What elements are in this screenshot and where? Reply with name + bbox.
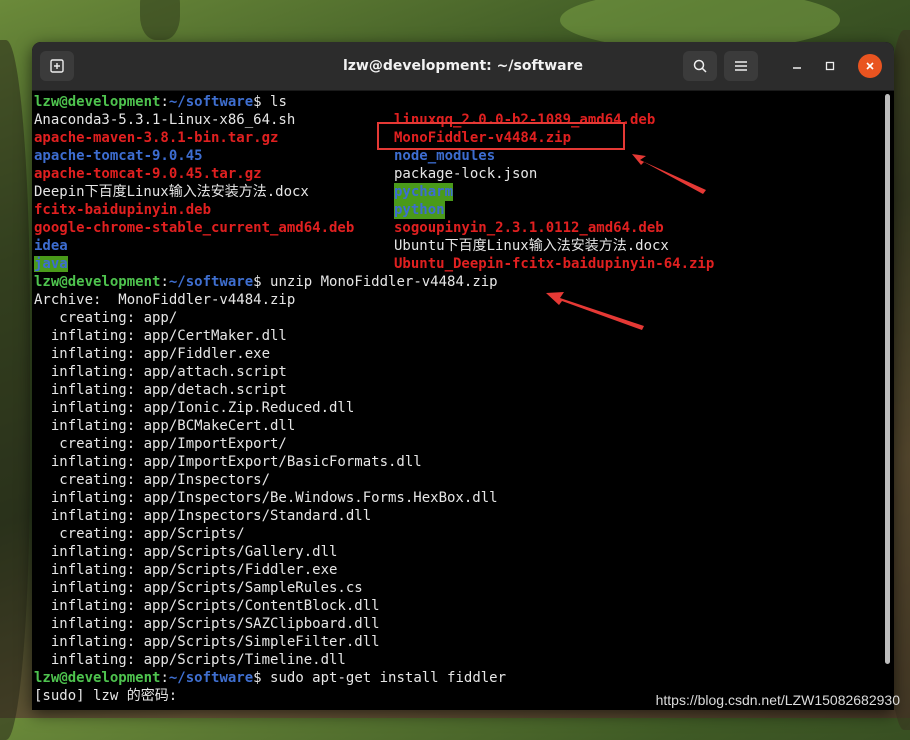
ls-row: fcitx-baidupinyin.deb python <box>34 201 894 219</box>
ls-row: google-chrome-stable_current_amd64.deb so… <box>34 219 894 237</box>
file-entry: Ubuntu下百度Linux输入法安装方法.docx <box>394 238 669 254</box>
search-icon <box>693 59 707 73</box>
annotation-highlight-box <box>377 122 625 150</box>
unzip-output-line: creating: app/Inspectors/ <box>34 472 271 488</box>
unzip-output-line: inflating: app/CertMaker.dll <box>34 328 287 344</box>
unzip-output-line: inflating: app/Scripts/Fiddler.exe <box>34 562 338 578</box>
hamburger-menu-icon <box>735 61 747 71</box>
file-entry: Ubuntu_Deepin-fcitx-baidupinyin-64.zip <box>394 256 715 272</box>
maximize-button[interactable] <box>819 55 841 77</box>
watermark: https://blog.csdn.net/LZW15082682930 <box>655 692 900 708</box>
unzip-output-line: inflating: app/Scripts/Gallery.dll <box>34 544 338 560</box>
file-entry: apache-tomcat-9.0.45.tar.gz <box>34 166 262 182</box>
unzip-output-line: inflating: app/Scripts/ContentBlock.dll <box>34 598 380 614</box>
file-entry: Deepin下百度Linux输入法安装方法.docx <box>34 184 309 200</box>
file-entry: apache-maven-3.8.1-bin.tar.gz <box>34 130 279 146</box>
minimize-icon <box>793 67 801 69</box>
background-tree <box>140 0 180 40</box>
window-title: lzw@development: ~/software <box>342 58 584 74</box>
unzip-output-line: inflating: app/Ionic.Zip.Reduced.dll <box>34 400 355 416</box>
file-entry: idea <box>34 238 68 254</box>
ls-row: Deepin下百度Linux输入法安装方法.docx pycharm <box>34 183 894 201</box>
ls-row: idea Ubuntu下百度Linux输入法安装方法.docx <box>34 237 894 255</box>
file-entry: pycharm <box>394 183 454 201</box>
unzip-output-line: inflating: app/Scripts/Timeline.dll <box>34 652 346 668</box>
menu-button[interactable] <box>724 51 758 81</box>
file-entry: google-chrome-stable_current_amd64.deb <box>34 220 355 236</box>
maximize-icon <box>825 61 835 71</box>
unzip-output-line: inflating: app/Scripts/SAZClipboard.dll <box>34 616 380 632</box>
unzip-output: Archive: MonoFiddler-v4484.zip creating:… <box>34 291 894 669</box>
unzip-output-line: inflating: app/attach.script <box>34 364 287 380</box>
close-button[interactable] <box>858 54 882 78</box>
scrollbar[interactable] <box>885 94 890 664</box>
file-entry: sogoupinyin_2.3.1.0112_amd64.deb <box>394 220 664 236</box>
unzip-output-line: inflating: app/ImportExport/BasicFormats… <box>34 454 422 470</box>
unzip-output-line: inflating: app/Inspectors/Standard.dll <box>34 508 372 524</box>
unzip-output-line: inflating: app/Scripts/SampleRules.cs <box>34 580 363 596</box>
title-bar[interactable]: lzw@development: ~/software <box>32 42 894 91</box>
unzip-output-line: creating: app/Scripts/ <box>34 526 245 542</box>
ls-row: java Ubuntu_Deepin-fcitx-baidupinyin-64.z… <box>34 255 894 273</box>
file-entry: java <box>34 256 68 272</box>
close-icon <box>866 62 874 70</box>
unzip-output-line: inflating: app/Fiddler.exe <box>34 346 271 362</box>
file-entry: Anaconda3-5.3.1-Linux-x86_64.sh <box>34 112 296 128</box>
prompt-line: lzw@development:~/software$ ls <box>34 94 287 110</box>
unzip-output-line: inflating: app/Inspectors/Be.Windows.For… <box>34 490 498 506</box>
file-entry: fcitx-baidupinyin.deb <box>34 202 212 218</box>
unzip-output-line: Archive: MonoFiddler-v4484.zip <box>34 292 296 308</box>
prompt-line: lzw@development:~/software$ sudo apt-get… <box>34 670 507 686</box>
unzip-output-line: creating: app/ <box>34 310 178 326</box>
file-entry: python <box>394 201 445 219</box>
unzip-output-line: inflating: app/Scripts/SimpleFilter.dll <box>34 634 380 650</box>
search-button[interactable] <box>683 51 717 81</box>
file-entry: package-lock.json <box>394 166 538 182</box>
file-entry: apache-tomcat-9.0.45 <box>34 148 203 164</box>
terminal-output[interactable]: lzw@development:~/software$ ls Anaconda3… <box>32 91 894 710</box>
minimize-button[interactable] <box>786 55 808 77</box>
unzip-output-line: creating: app/ImportExport/ <box>34 436 287 452</box>
background-tree <box>0 40 30 740</box>
ls-row: apache-tomcat-9.0.45.tar.gz package-lock.… <box>34 165 894 183</box>
unzip-output-line: inflating: app/detach.script <box>34 382 287 398</box>
prompt-line: lzw@development:~/software$ unzip MonoFi… <box>34 274 498 290</box>
unzip-output-line: inflating: app/BCMakeCert.dll <box>34 418 296 434</box>
